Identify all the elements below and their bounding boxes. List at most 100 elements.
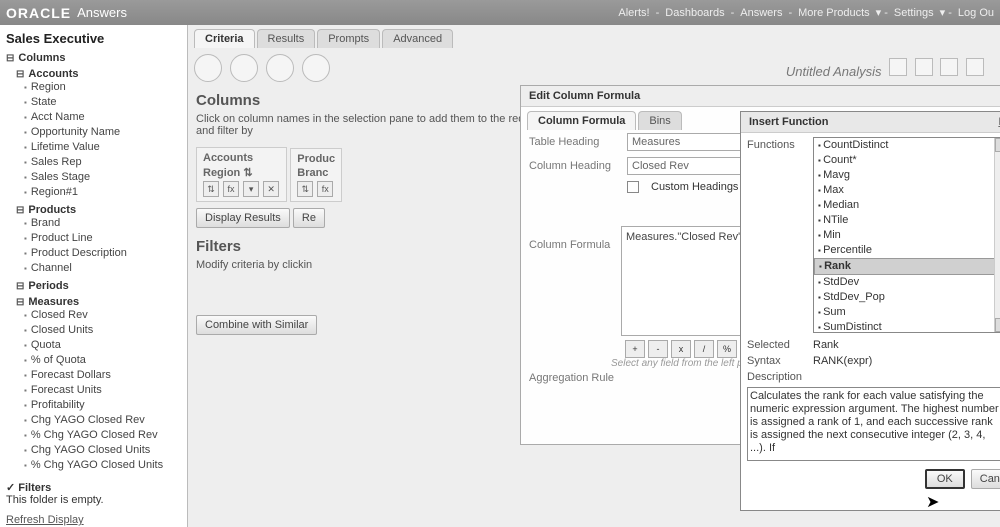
fn-item[interactable]: StdDev_Pop [814, 290, 1000, 305]
tree-item[interactable]: Closed Rev [24, 308, 181, 323]
tab-prompts[interactable]: Prompts [317, 29, 380, 48]
description-label: Description [747, 371, 807, 383]
fn-item[interactable]: Count* [814, 153, 1000, 168]
tree-products[interactable]: Products [16, 204, 181, 216]
tree-item[interactable]: Region [24, 80, 181, 95]
answers-link[interactable]: Answers [740, 7, 782, 19]
combine-button[interactable]: Combine with Similar [196, 315, 317, 335]
brand-product: Answers [77, 5, 127, 20]
tree-item[interactable]: Profitability [24, 398, 181, 413]
fn-item-selected[interactable]: Rank [814, 258, 1000, 275]
custom-headings-label: Custom Headings [651, 181, 738, 193]
op-pct[interactable]: % [717, 340, 737, 358]
insert-function-dialog: Insert Function Help Functions CountDist… [740, 111, 1000, 511]
tree-item[interactable]: Brand [24, 216, 181, 231]
new-icon[interactable] [915, 58, 933, 76]
fx-icon[interactable]: fx [317, 181, 333, 197]
fn-item[interactable]: StdDev [814, 275, 1000, 290]
tree-item[interactable]: Opportunity Name [24, 125, 181, 140]
tree-item[interactable]: Quota [24, 338, 181, 353]
tree-item[interactable]: Channel [24, 261, 181, 276]
tree-item[interactable]: Acct Name [24, 110, 181, 125]
tree-columns[interactable]: Columns [6, 52, 181, 64]
ok-button[interactable]: OK [925, 469, 965, 489]
fn-item[interactable]: Median [814, 198, 1000, 213]
toolbar-icon[interactable] [194, 54, 222, 82]
op-minus[interactable]: - [648, 340, 668, 358]
tab-results[interactable]: Results [257, 29, 316, 48]
sort-icon[interactable]: ⇅ [297, 181, 313, 197]
subject-area-title: Sales Executive [6, 31, 181, 46]
op-plus[interactable]: + [625, 340, 645, 358]
tree-measures[interactable]: Measures [16, 296, 181, 308]
analysis-title: Untitled Analysis [786, 64, 882, 79]
more-products-link[interactable]: More Products [798, 7, 870, 19]
tree-item[interactable]: Product Description [24, 246, 181, 261]
fn-item[interactable]: Percentile [814, 243, 1000, 258]
top-links: Alerts!- Dashboards- Answers- More Produ… [618, 6, 994, 19]
brand-logo: ORACLE [6, 5, 71, 21]
tab-advanced[interactable]: Advanced [382, 29, 453, 48]
tree-item[interactable]: Forecast Dollars [24, 368, 181, 383]
fn-item[interactable]: Max [814, 183, 1000, 198]
tree-item[interactable]: Chg YAGO Closed Rev [24, 413, 181, 428]
open-icon[interactable] [940, 58, 958, 76]
tree-accounts[interactable]: Accounts [16, 68, 181, 80]
selected-label: Selected [747, 339, 807, 351]
filters-folder: Filters This folder is empty. [6, 481, 181, 506]
op-mult[interactable]: x [671, 340, 691, 358]
tab-bins[interactable]: Bins [638, 111, 681, 130]
scrollbar[interactable] [994, 138, 1000, 332]
logout-link[interactable]: Log Ou [958, 7, 994, 19]
tree-item[interactable]: Chg YAGO Closed Units [24, 443, 181, 458]
dashboards-link[interactable]: Dashboards [665, 7, 724, 19]
functions-listbox[interactable]: CountDistinct Count* Mavg Max Median NTi… [813, 137, 1000, 333]
tree-item[interactable]: Forecast Units [24, 383, 181, 398]
subject-area-pane: Sales Executive Columns Accounts Region … [0, 25, 188, 527]
tree-item[interactable]: Product Line [24, 231, 181, 246]
dialog-title: Insert Function [749, 116, 828, 128]
alerts-link[interactable]: Alerts! [618, 7, 649, 19]
fn-item[interactable]: SumDistinct [814, 320, 1000, 333]
fn-item[interactable]: Mavg [814, 168, 1000, 183]
settings-link[interactable]: Settings [894, 7, 934, 19]
display-results-button[interactable]: Display Results [196, 208, 290, 228]
top-bar: ORACLE Answers Alerts!- Dashboards- Answ… [0, 0, 1000, 25]
fn-item[interactable]: NTile [814, 213, 1000, 228]
fn-item[interactable]: CountDistinct [814, 138, 1000, 153]
tree-item[interactable]: % of Quota [24, 353, 181, 368]
fx-icon[interactable]: fx [223, 181, 239, 197]
custom-headings-checkbox[interactable] [627, 181, 639, 193]
delete-icon[interactable]: ✕ [263, 181, 279, 197]
op-div[interactable]: / [694, 340, 714, 358]
functions-label: Functions [747, 137, 807, 333]
reorder-button[interactable]: Re [293, 208, 325, 228]
analysis-title-area: Untitled Analysis [786, 58, 994, 79]
fn-item[interactable]: Min [814, 228, 1000, 243]
tree-item[interactable]: Region#1 [24, 185, 181, 200]
filter-icon[interactable]: ▾ [243, 181, 259, 197]
tree-item[interactable]: % Chg YAGO Closed Units [24, 458, 181, 473]
syntax-value: RANK(expr) [813, 355, 872, 367]
tree-periods[interactable]: Periods [16, 280, 181, 292]
tree-item[interactable]: Closed Units [24, 323, 181, 338]
toolbar-icon[interactable] [266, 54, 294, 82]
sort-icon[interactable]: ⇅ [203, 181, 219, 197]
tab-criteria[interactable]: Criteria [194, 29, 255, 48]
fn-item[interactable]: Sum [814, 305, 1000, 320]
tree-item[interactable]: % Chg YAGO Closed Rev [24, 428, 181, 443]
tab-column-formula[interactable]: Column Formula [527, 111, 636, 130]
tree-item[interactable]: Lifetime Value [24, 140, 181, 155]
toolbar-icon[interactable] [302, 54, 330, 82]
refresh-display-link[interactable]: Refresh Display [6, 514, 181, 526]
tree-item[interactable]: Sales Rep [24, 155, 181, 170]
refresh-icon[interactable] [966, 58, 984, 76]
filters-folder-title[interactable]: Filters [6, 481, 181, 494]
column-card-products: Produc Branc ⇅ fx [290, 148, 342, 202]
tree-item[interactable]: State [24, 95, 181, 110]
tree-item[interactable]: Sales Stage [24, 170, 181, 185]
save-icon[interactable] [889, 58, 907, 76]
description-text: Calculates the rank for each value satis… [750, 390, 1000, 455]
toolbar-icon[interactable] [230, 54, 258, 82]
cancel-button[interactable]: Cancel [971, 469, 1000, 489]
